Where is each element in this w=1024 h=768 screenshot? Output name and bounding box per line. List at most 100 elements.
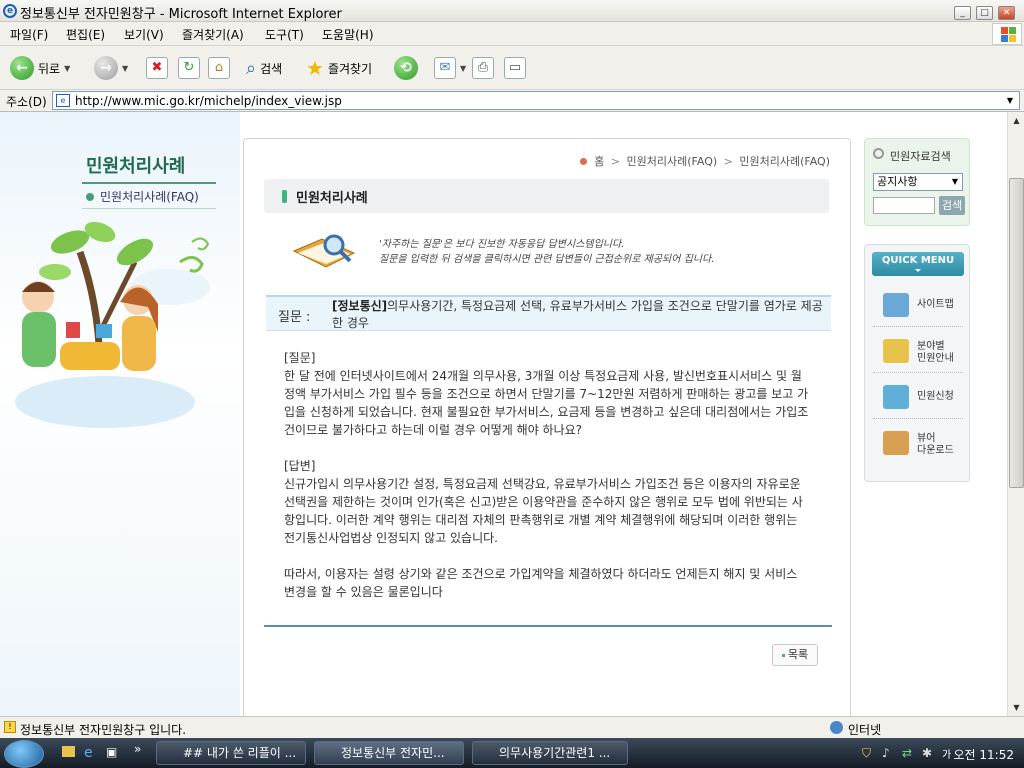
quick-item-viewer[interactable]: 뷰어 다운로드 <box>873 421 963 465</box>
network-icon[interactable]: ⇄ <box>902 746 912 760</box>
ime-icon[interactable]: 가 <box>942 746 951 761</box>
page-title-bar: 민원처리사례 <box>264 179 829 213</box>
breadcrumb-item[interactable]: 민원처리사례(FAQ) <box>627 155 718 168</box>
refresh-button[interactable]: ↻ <box>178 54 200 82</box>
scroll-up-icon[interactable]: ▲ <box>1009 113 1024 128</box>
mail-icon: ✉ <box>434 57 456 79</box>
print-button[interactable]: ⎙ <box>472 54 494 82</box>
answer-heading: [답변] <box>284 459 316 473</box>
category-select[interactable]: 공지사항 ▼ <box>873 173 963 191</box>
folder-icon <box>883 293 909 317</box>
quick-item-sitemap[interactable]: 사이트맵 <box>873 283 963 327</box>
illustration <box>15 221 210 428</box>
search-submit-button[interactable]: 검색 <box>939 196 965 215</box>
scroll-thumb[interactable] <box>1009 178 1024 488</box>
settings-icon[interactable]: ✱ <box>922 746 932 760</box>
back-label: 뒤로 <box>38 61 61 76</box>
search-icon: ⌕ <box>246 57 257 79</box>
chevron-right-icon[interactable]: » <box>134 742 141 756</box>
question-heading: [질문] <box>284 351 316 365</box>
question-body: 한 달 전에 인터넷사이트에서 24개월 의무사용, 3개월 이상 특정요금제 … <box>284 369 809 437</box>
page-title: 민원처리사례 <box>296 191 368 206</box>
chevron-down-icon[interactable]: ▼ <box>64 64 70 73</box>
left-sidebar: 민원처리사례 민원처리사례(FAQ) <box>0 112 240 716</box>
refresh-icon: ↻ <box>178 57 200 79</box>
favorites-button[interactable]: ★ 즐겨찾기 <box>306 54 372 82</box>
back-button[interactable]: ← 뒤로 ▼ <box>10 54 70 82</box>
quick-menu: QUICK MENU 사이트맵 분야별 민원안내 민원신청 뷰어 다운로드 <box>864 244 970 482</box>
edit-button[interactable]: ▭ <box>504 54 526 82</box>
address-input[interactable]: e http://www.mic.go.kr/michelp/index_vie… <box>52 91 1020 110</box>
search-label: 검색 <box>260 61 283 76</box>
quick-item-label: 민원신청 <box>917 391 954 402</box>
main-content: 홈 > 민원처리사례(FAQ) > 민원처리사례(FAQ) 민원처리사례 '자주… <box>243 138 851 716</box>
question-text: [정보통신]의무사용기간, 특정요금제 선택, 유료부가서비스 가입을 조건으로… <box>332 298 828 332</box>
ie-icon[interactable]: e <box>84 745 93 761</box>
status-bar: ! 정보통신부 전자민원창구 입니다. 인터넷 <box>0 716 1024 738</box>
home-icon <box>579 158 587 165</box>
menu-edit[interactable]: 편집(E) <box>66 26 105 43</box>
breadcrumb-home[interactable]: 홈 <box>594 155 604 168</box>
menu-tools[interactable]: 도구(T) <box>265 26 304 43</box>
start-button[interactable] <box>4 740 44 768</box>
quick-item-label: 분야별 민원안내 <box>917 341 954 364</box>
search-icon <box>873 148 884 159</box>
close-button[interactable]: ✕ <box>998 6 1015 20</box>
history-button[interactable]: ⟲ <box>394 54 418 82</box>
breadcrumb-current: 민원처리사례(FAQ) <box>739 155 830 168</box>
home-button[interactable]: ⌂ <box>208 54 230 82</box>
sidebar-item-faq[interactable]: 민원처리사례(FAQ) <box>86 188 199 205</box>
forward-button[interactable]: → ▼ <box>94 54 128 82</box>
quick-menu-header: QUICK MENU <box>872 252 964 276</box>
chevron-down-icon[interactable]: ▼ <box>460 64 466 73</box>
scroll-down-icon[interactable]: ▼ <box>1009 700 1024 715</box>
quick-item-apply[interactable]: 민원신청 <box>873 375 963 419</box>
star-icon: ★ <box>306 56 324 80</box>
search-input[interactable] <box>873 197 935 214</box>
menu-bar: 파일(F) 편집(E) 보기(V) 즐겨찾기(A) 도구(T) 도움말(H) <box>0 22 1024 46</box>
status-text: 정보통신부 전자민원창구 입니다. <box>20 723 187 737</box>
question-row: 질문 : [정보통신]의무사용기간, 특정요금제 선택, 유료부가서비스 가입을… <box>266 295 831 331</box>
menu-file[interactable]: 파일(F) <box>10 26 48 43</box>
breadcrumb-separator: > <box>723 155 733 168</box>
print-icon: ⎙ <box>472 57 494 79</box>
quick-item-label: 사이트맵 <box>917 299 954 310</box>
history-icon: ⟲ <box>394 56 418 80</box>
form-icon <box>883 385 909 409</box>
magnifier-book-icon <box>292 234 356 268</box>
clock[interactable]: 오전 11:52 <box>954 746 1014 763</box>
quick-item-guide[interactable]: 분야별 민원안내 <box>873 329 963 373</box>
breadcrumb-separator: > <box>610 155 621 168</box>
title-marker <box>282 190 287 203</box>
windows-logo-icon <box>992 23 1022 45</box>
taskbar-item[interactable]: 의무사용기간관련1 ... <box>472 741 628 765</box>
folder-icon[interactable] <box>62 746 75 757</box>
menu-help[interactable]: 도움말(H) <box>322 26 374 43</box>
taskbar-item[interactable]: ## 내가 쓴 리플이 ... <box>156 741 306 765</box>
chevron-down-icon[interactable]: ▼ <box>1003 92 1017 109</box>
vertical-scrollbar[interactable]: ▲ ▼ <box>1007 112 1024 716</box>
maximize-button[interactable]: □ <box>976 6 993 20</box>
answer-section: [답변] 신규가입시 의무사용기간 설정, 특정요금제 선택강요, 유료부가서비… <box>284 457 809 547</box>
minimize-button[interactable]: _ <box>954 6 971 20</box>
search-button[interactable]: ⌕ 검색 <box>246 54 282 82</box>
taskbar-item-active[interactable]: 정보통신부 전자민... <box>314 741 464 765</box>
category-select-value: 공지사항 <box>877 175 918 188</box>
globe-icon <box>830 721 843 734</box>
home-icon: ⌂ <box>208 57 230 79</box>
speaker-icon[interactable]: ♪ <box>882 746 890 760</box>
chevron-down-icon[interactable]: ▼ <box>122 64 128 73</box>
security-zone: 인터넷 <box>848 723 882 737</box>
mail-button[interactable]: ✉ ▼ <box>434 54 466 82</box>
shield-icon[interactable]: ⛉ <box>862 746 871 761</box>
list-button[interactable]: 목록 <box>772 644 818 666</box>
document-search-panel: 민원자료검색 공지사항 ▼ 검색 <box>864 138 970 226</box>
menu-favorites[interactable]: 즐겨찾기(A) <box>182 26 244 43</box>
menu-view[interactable]: 보기(V) <box>124 26 164 43</box>
question-label: 질문 : <box>278 310 311 325</box>
faq-body: [질문] 한 달 전에 인터넷사이트에서 24개월 의무사용, 3개월 이상 특… <box>284 349 809 619</box>
warning-icon: ! <box>4 721 16 733</box>
stop-button[interactable]: ✖ <box>146 54 168 82</box>
favorites-label: 즐겨찾기 <box>327 61 373 76</box>
media-icon[interactable]: ▣ <box>106 745 117 759</box>
